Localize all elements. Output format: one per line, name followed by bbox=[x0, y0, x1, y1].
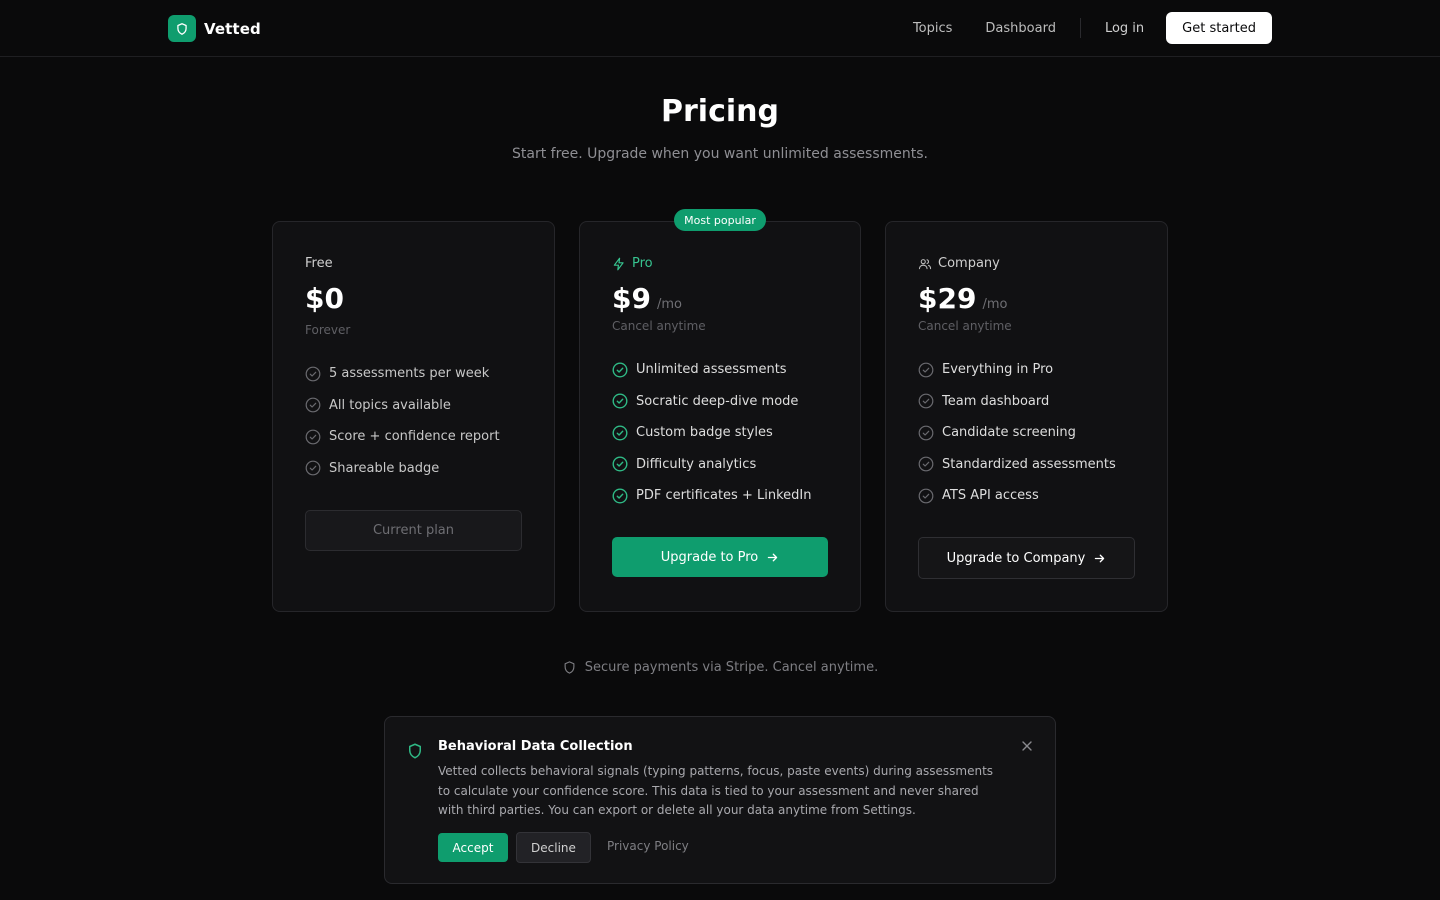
check-circle-icon bbox=[305, 460, 321, 476]
feature-label: All topics available bbox=[329, 397, 451, 413]
upgrade-to-company-button[interactable]: Upgrade to Company bbox=[918, 537, 1135, 579]
feature-item: Score + confidence report bbox=[305, 421, 500, 453]
check-circle-icon bbox=[612, 456, 628, 472]
secure-payments-note: Secure payments via Stripe. Cancel anyti… bbox=[0, 660, 1440, 675]
shield-logo-icon bbox=[168, 15, 196, 42]
data-consent-banner: Behavioral Data Collection Vetted collec… bbox=[384, 716, 1056, 884]
plan-price: $29 bbox=[918, 282, 977, 315]
check-circle-icon bbox=[305, 429, 321, 445]
price-period: /mo bbox=[982, 297, 1008, 312]
arrow-right-icon bbox=[1095, 554, 1105, 562]
consent-description: Vetted collects behavioral signals (typi… bbox=[438, 764, 994, 817]
feature-label: Custom badge styles bbox=[636, 425, 773, 441]
consent-title: Behavioral Data Collection bbox=[438, 739, 633, 754]
privacy-policy-link[interactable]: Privacy Policy bbox=[607, 839, 689, 853]
check-circle-icon bbox=[305, 366, 321, 382]
feature-item: Difficulty analytics bbox=[612, 449, 811, 481]
check-circle-icon bbox=[612, 425, 628, 441]
feature-label: ATS API access bbox=[942, 488, 1039, 504]
nav-link-dashboard[interactable]: Dashboard bbox=[985, 21, 1056, 36]
feature-label: Standardized assessments bbox=[942, 456, 1116, 472]
users-icon bbox=[918, 258, 932, 269]
price-row: $9 /mo bbox=[612, 282, 682, 315]
feature-item: Shareable badge bbox=[305, 453, 500, 485]
check-circle-icon bbox=[918, 488, 934, 504]
bolt-icon bbox=[613, 257, 624, 270]
feature-label: Score + confidence report bbox=[329, 429, 500, 445]
login-link[interactable]: Log in bbox=[1105, 21, 1144, 36]
button-label: Upgrade to Pro bbox=[660, 549, 759, 565]
feature-list: Unlimited assessments Socratic deep-dive… bbox=[612, 354, 811, 512]
feature-label: Candidate screening bbox=[942, 425, 1076, 441]
plan-name-row: Pro bbox=[612, 256, 653, 271]
feature-label: Socratic deep-dive mode bbox=[636, 393, 799, 409]
arrow-right-icon bbox=[768, 553, 778, 561]
nav-link-topics[interactable]: Topics bbox=[913, 21, 952, 36]
close-icon[interactable] bbox=[1019, 738, 1035, 754]
check-circle-icon bbox=[918, 425, 934, 441]
upgrade-to-pro-button[interactable]: Upgrade to Pro bbox=[612, 537, 828, 577]
feature-label: Unlimited assessments bbox=[636, 362, 787, 378]
feature-list: Everything in Pro Team dashboard Candida… bbox=[918, 354, 1116, 512]
shield-icon bbox=[409, 743, 421, 759]
plan-name-row: Company bbox=[918, 256, 1000, 271]
brand-name: Vetted bbox=[204, 19, 261, 38]
get-started-button[interactable]: Get started bbox=[1166, 12, 1272, 44]
button-label: Upgrade to Company bbox=[946, 550, 1086, 566]
price-note: Cancel anytime bbox=[918, 319, 1012, 333]
price-row: $0 bbox=[305, 282, 344, 315]
feature-item: Everything in Pro bbox=[918, 354, 1116, 386]
feature-label: Difficulty analytics bbox=[636, 456, 757, 472]
feature-item: 5 assessments per week bbox=[305, 358, 500, 390]
check-circle-icon bbox=[612, 488, 628, 504]
accept-button[interactable]: Accept bbox=[438, 833, 508, 862]
plan-name: Company bbox=[938, 256, 1000, 271]
check-circle-icon bbox=[612, 362, 628, 378]
price-note: Cancel anytime bbox=[612, 319, 706, 333]
feature-list: 5 assessments per week All topics availa… bbox=[305, 358, 500, 484]
brand[interactable]: Vetted bbox=[168, 15, 261, 42]
feature-label: Shareable badge bbox=[329, 460, 440, 476]
feature-item: Custom badge styles bbox=[612, 417, 811, 449]
button-label: Current plan bbox=[372, 523, 455, 538]
price-row: $29 /mo bbox=[918, 282, 1007, 315]
feature-item: PDF certificates + LinkedIn bbox=[612, 480, 811, 512]
feature-item: Socratic deep-dive mode bbox=[612, 386, 811, 418]
check-circle-icon bbox=[918, 362, 934, 378]
feature-item: ATS API access bbox=[918, 480, 1116, 512]
check-circle-icon bbox=[612, 393, 628, 409]
feature-label: Team dashboard bbox=[942, 393, 1050, 409]
plan-card-company: Company $29 /mo Cancel anytime Everythin… bbox=[885, 221, 1168, 612]
feature-item: Team dashboard bbox=[918, 386, 1116, 418]
check-circle-icon bbox=[918, 393, 934, 409]
top-navbar: Vetted Topics Dashboard Log in Get start… bbox=[0, 0, 1440, 57]
feature-label: PDF certificates + LinkedIn bbox=[636, 488, 812, 504]
secure-note-text: Secure payments via Stripe. Cancel anyti… bbox=[584, 660, 879, 675]
page-title: Pricing bbox=[661, 94, 779, 129]
main-nav: Topics Dashboard Log in Get started bbox=[913, 12, 1272, 44]
feature-item: Candidate screening bbox=[918, 417, 1116, 449]
check-circle-icon bbox=[305, 397, 321, 413]
price-note: Forever bbox=[305, 323, 351, 337]
current-plan-button[interactable]: Current plan bbox=[305, 510, 522, 551]
plan-name: Pro bbox=[632, 256, 653, 271]
shield-icon bbox=[564, 661, 575, 674]
decline-button[interactable]: Decline bbox=[516, 832, 591, 863]
check-circle-icon bbox=[918, 456, 934, 472]
plan-price: $0 bbox=[305, 282, 344, 315]
feature-item: All topics available bbox=[305, 390, 500, 422]
feature-label: 5 assessments per week bbox=[329, 366, 490, 382]
plan-card-pro: Pro $9 /mo Cancel anytime Unlimited asse… bbox=[579, 221, 861, 612]
feature-label: Everything in Pro bbox=[942, 362, 1054, 378]
plan-name: Free bbox=[305, 256, 333, 271]
nav-divider bbox=[1079, 18, 1081, 38]
page-subtitle: Start free. Upgrade when you want unlimi… bbox=[512, 146, 928, 162]
feature-item: Standardized assessments bbox=[918, 449, 1116, 481]
most-popular-badge: Most popular bbox=[674, 209, 766, 231]
plan-card-free: Free $0 Forever 5 assessments per week A… bbox=[272, 221, 555, 612]
feature-item: Unlimited assessments bbox=[612, 354, 811, 386]
price-period: /mo bbox=[656, 297, 682, 312]
plan-price: $9 bbox=[612, 282, 651, 315]
